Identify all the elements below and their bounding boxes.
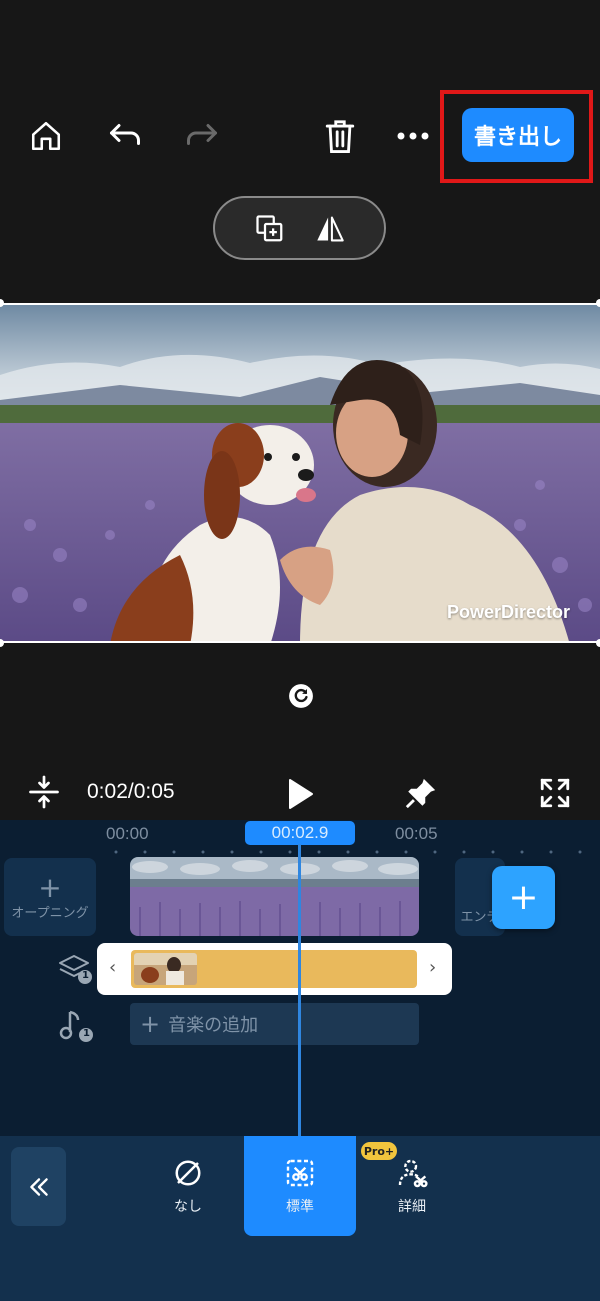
chevron-left-icon[interactable]: ‹ <box>109 957 116 978</box>
play-icon[interactable] <box>286 778 316 810</box>
expand-vertical-icon[interactable] <box>26 774 62 810</box>
redo-icon[interactable] <box>178 112 226 160</box>
duplicate-icon[interactable] <box>253 212 287 246</box>
opening-tile[interactable]: + オープニング <box>4 858 96 936</box>
overlay-clip[interactable] <box>131 950 417 988</box>
export-button[interactable]: 書き出し <box>462 108 574 162</box>
top-toolbar: 書き出し <box>0 0 600 300</box>
collapse-button[interactable] <box>11 1147 66 1226</box>
timeline[interactable]: 00:00 00:05 + オープニング エンデ + 1 ‹ › 1 + 音楽の… <box>0 820 600 1144</box>
reset-icon[interactable] <box>287 682 315 710</box>
cutout-panel: なし 標準 詳細 Pro+ <box>0 1136 600 1301</box>
double-chevron-left-icon <box>29 1177 48 1196</box>
cutout-standard-icon <box>283 1156 317 1190</box>
option-detail-label: 詳細 <box>398 1199 426 1215</box>
flip-icon[interactable] <box>313 212 347 246</box>
playback-time: 0:02/0:05 <box>87 780 175 803</box>
music-count-badge: 1 <box>83 1028 90 1039</box>
video-clip[interactable] <box>130 857 419 936</box>
video-preview[interactable]: PowerDirector <box>0 303 600 643</box>
layer-count-badge: 1 <box>82 970 89 981</box>
option-standard-label: 標準 <box>286 1199 314 1215</box>
option-none-label: なし <box>174 1199 202 1215</box>
crop-handle[interactable] <box>0 639 4 647</box>
pro-badge: Pro+ <box>361 1142 397 1160</box>
overlay-thumbnail <box>134 953 197 985</box>
opening-label: オープニング <box>11 905 89 921</box>
crop-handle[interactable] <box>596 299 600 307</box>
music-note-icon: 1 <box>56 1006 96 1046</box>
layer-icon: 1 <box>58 950 94 986</box>
trash-icon[interactable] <box>316 112 364 160</box>
plus-icon: + <box>38 870 62 904</box>
more-dots-icon[interactable] <box>389 112 437 160</box>
preview-image <box>0 305 600 641</box>
option-none[interactable]: なし <box>132 1136 244 1236</box>
video-clip-thumbnails <box>130 857 419 936</box>
add-music-button[interactable]: + 音楽の追加 <box>130 1003 419 1045</box>
home-icon[interactable] <box>22 112 70 160</box>
chevron-right-icon[interactable]: › <box>429 957 436 978</box>
fullscreen-icon[interactable] <box>538 776 574 812</box>
pin-icon[interactable] <box>404 776 440 812</box>
current-time-marker[interactable]: 00:02.9 <box>245 821 355 845</box>
undo-icon[interactable] <box>101 112 149 160</box>
cutout-detail-icon <box>395 1156 429 1190</box>
add-music-label: 音楽の追加 <box>168 1015 259 1036</box>
watermark: PowerDirector <box>446 602 570 622</box>
playback-row: 0:02/0:05 <box>0 760 600 820</box>
option-standard[interactable]: 標準 <box>244 1136 356 1236</box>
playhead[interactable] <box>298 844 301 1140</box>
add-clip-button[interactable]: + <box>492 866 555 929</box>
clip-action-pill <box>213 196 386 260</box>
plus-icon: + <box>140 1010 161 1038</box>
crop-handle[interactable] <box>596 639 600 647</box>
overlay-track[interactable]: ‹ › <box>97 943 452 995</box>
none-icon <box>171 1156 205 1190</box>
